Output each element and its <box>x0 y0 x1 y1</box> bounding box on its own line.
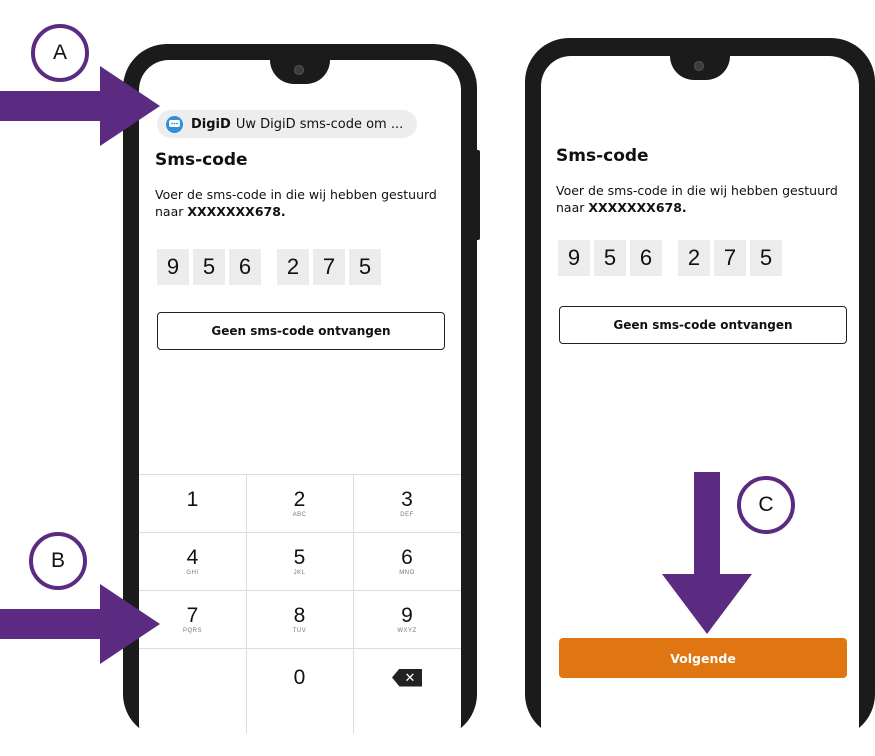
key-letters: TUV <box>292 627 307 634</box>
key-4[interactable]: 4 GHI <box>139 533 246 590</box>
key-9[interactable]: 9 WXYZ <box>353 591 461 648</box>
backspace-icon: ✕ <box>392 668 422 687</box>
key-letters: MNO <box>399 569 415 576</box>
key-1[interactable]: 1 <box>139 475 246 532</box>
key-letters: JKL <box>293 569 306 576</box>
code-digit-6[interactable]: 5 <box>750 240 782 276</box>
masked-phone-number: XXXXXXX678. <box>588 200 687 215</box>
key-8[interactable]: 8 TUV <box>246 591 353 648</box>
code-digit-2[interactable]: 5 <box>193 249 225 285</box>
instruction-text: Voer de sms-code in die wij hebben gestu… <box>556 182 846 216</box>
no-code-received-button[interactable]: Geen sms-code ontvangen <box>157 312 445 350</box>
page-title: Sms-code <box>155 150 248 170</box>
code-digit-4[interactable]: 2 <box>678 240 710 276</box>
arrow-right-icon <box>0 584 160 664</box>
key-0[interactable]: 0 <box>246 649 353 706</box>
sms-code-input[interactable]: 9 5 6 2 7 5 <box>558 240 786 276</box>
sms-notification[interactable]: DigiD Uw DigiD sms-code om ... <box>157 110 417 138</box>
message-icon <box>166 115 183 133</box>
code-digit-3[interactable]: 6 <box>229 249 261 285</box>
no-code-received-button[interactable]: Geen sms-code ontvangen <box>559 306 847 344</box>
backspace-key[interactable]: ✕ <box>353 649 461 706</box>
callout-b: B <box>29 532 87 590</box>
code-digit-6[interactable]: 5 <box>349 249 381 285</box>
key-number: 6 <box>401 545 413 569</box>
page-title: Sms-code <box>556 146 649 166</box>
key-5[interactable]: 5 JKL <box>246 533 353 590</box>
code-digit-3[interactable]: 6 <box>630 240 662 276</box>
key-number: 0 <box>293 665 306 689</box>
left-phone-screen: DigiD Uw DigiD sms-code om ... Sms-code … <box>139 60 461 754</box>
masked-phone-number: XXXXXXX678. <box>187 204 286 219</box>
key-number: 7 <box>186 603 199 627</box>
key-letters: WXYZ <box>397 627 417 634</box>
key-6[interactable]: 6 MNO <box>353 533 461 590</box>
sms-code-input[interactable]: 9 5 6 2 7 5 <box>157 249 385 285</box>
left-phone: DigiD Uw DigiD sms-code om ... Sms-code … <box>123 44 477 754</box>
key-number: 4 <box>186 545 199 569</box>
code-digit-5[interactable]: 7 <box>714 240 746 276</box>
key-3[interactable]: 3 DEF <box>353 475 461 532</box>
code-digit-5[interactable]: 7 <box>313 249 345 285</box>
code-digit-1[interactable]: 9 <box>157 249 189 285</box>
key-letters: DEF <box>400 511 414 518</box>
callout-c: C <box>737 476 795 534</box>
next-button[interactable]: Volgende <box>559 638 847 678</box>
right-phone-screen: Sms-code Voer de sms-code in die wij heb… <box>541 56 859 756</box>
callout-a: A <box>31 24 89 82</box>
notification-app-name: DigiD <box>191 116 231 132</box>
instruction-text: Voer de sms-code in die wij hebben gestu… <box>155 186 445 220</box>
key-number: 3 <box>401 487 413 511</box>
key-number: 2 <box>293 487 306 511</box>
arrow-right-icon <box>0 66 160 146</box>
notification-text: Uw DigiD sms-code om ... <box>235 116 404 132</box>
camera-icon <box>694 61 704 71</box>
key-number: 5 <box>293 545 306 569</box>
key-number: 8 <box>293 603 306 627</box>
code-digit-2[interactable]: 5 <box>594 240 626 276</box>
key-number: 1 <box>186 487 199 511</box>
camera-notch <box>670 56 730 80</box>
camera-notch <box>270 60 330 84</box>
key-number: 9 <box>401 603 413 627</box>
key-letters: ABC <box>292 511 307 518</box>
camera-icon <box>294 65 304 75</box>
key-2[interactable]: 2 ABC <box>246 475 353 532</box>
key-letters: PQRS <box>182 627 202 634</box>
code-digit-1[interactable]: 9 <box>558 240 590 276</box>
key-letters: GHI <box>186 569 199 576</box>
code-digit-4[interactable]: 2 <box>277 249 309 285</box>
